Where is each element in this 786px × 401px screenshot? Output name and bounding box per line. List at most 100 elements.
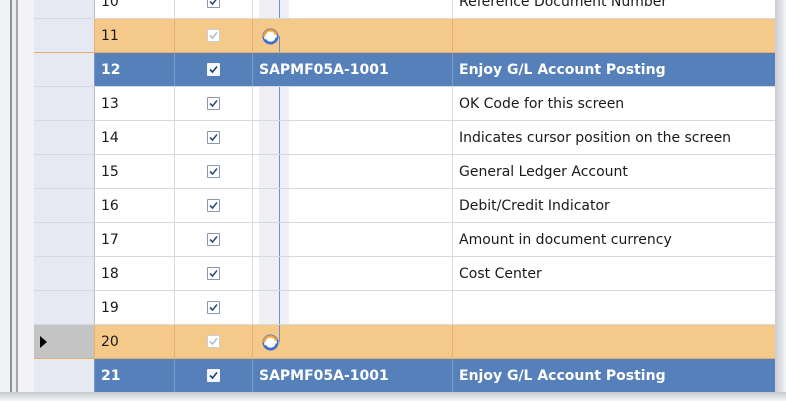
row-pointer-icon	[40, 335, 47, 348]
refresh-circle-icon[interactable]	[261, 27, 280, 46]
checkmark-icon[interactable]	[207, 131, 220, 144]
row-selector[interactable]	[34, 155, 95, 188]
program-cell	[253, 19, 453, 52]
tree-connector-line	[279, 0, 280, 18]
table-row[interactable]: 10 Reference Document Number	[34, 0, 775, 19]
window-left-border	[0, 0, 34, 392]
tree-indent	[259, 87, 289, 120]
table-row[interactable]: 18 Cost Center	[34, 257, 775, 291]
description-cell: Debit/Credit Indicator	[459, 197, 610, 214]
description-cell: Amount in document currency	[459, 231, 672, 248]
row-selector[interactable]	[34, 53, 95, 86]
program-cell	[253, 0, 453, 18]
description-cell	[453, 19, 775, 52]
row-selector[interactable]	[34, 121, 95, 154]
program-name: SAPMF05A-1001	[259, 367, 389, 384]
row-number: 19	[95, 291, 175, 324]
group-row[interactable]: 20	[34, 325, 775, 359]
tree-connector-line	[279, 121, 280, 154]
checkmark-icon[interactable]	[207, 301, 220, 314]
tree-connector-line	[279, 87, 280, 120]
row-selector[interactable]	[34, 257, 95, 290]
checkmark-icon[interactable]	[207, 165, 220, 178]
tree-indent	[259, 291, 289, 324]
program-cell	[253, 291, 453, 324]
description-cell	[453, 291, 775, 324]
row-number: 11	[95, 19, 175, 52]
table-row[interactable]: 14 Indicates cursor position on the scree…	[34, 121, 775, 155]
active-checkbox-cell	[175, 257, 253, 290]
description-cell: Reference Document Number	[459, 0, 668, 10]
table-row[interactable]: 16 Debit/Credit Indicator	[34, 189, 775, 223]
program-cell	[253, 121, 453, 154]
group-row[interactable]: 11	[34, 19, 775, 53]
program-cell: SAPMF05A-1001	[253, 53, 453, 86]
program-name: SAPMF05A-1001	[259, 61, 389, 78]
row-number: 21	[95, 359, 175, 392]
row-selector[interactable]	[34, 87, 95, 120]
row-selector[interactable]	[34, 19, 95, 52]
program-cell	[253, 155, 453, 188]
tree-indent	[259, 121, 289, 154]
checkmark-icon[interactable]	[207, 97, 220, 110]
checkmark-icon[interactable]	[207, 233, 220, 246]
tree-indent	[259, 155, 289, 188]
row-selector[interactable]	[34, 0, 95, 18]
description-cell: Enjoy G/L Account Posting	[459, 61, 666, 78]
row-selector[interactable]	[34, 223, 95, 256]
row-number: 20	[95, 325, 175, 358]
program-cell	[253, 189, 453, 222]
checkmark-icon[interactable]	[207, 0, 220, 8]
row-selector[interactable]	[34, 291, 95, 324]
active-checkbox-cell	[175, 121, 253, 154]
window-shadow-bottom	[0, 392, 786, 401]
active-checkbox-cell	[175, 291, 253, 324]
checkmark-icon[interactable]	[207, 29, 220, 42]
row-number: 16	[95, 189, 175, 222]
row-selector[interactable]	[34, 325, 95, 358]
data-grid: 10 Reference Document Number 11 12 SAPMF05A-…	[34, 0, 775, 392]
row-selector[interactable]	[34, 359, 95, 392]
description-cell: Indicates cursor position on the screen	[459, 129, 732, 146]
row-number: 15	[95, 155, 175, 188]
table-row[interactable]: 19	[34, 291, 775, 325]
row-selector[interactable]	[34, 189, 95, 222]
row-number: 14	[95, 121, 175, 154]
active-checkbox-cell	[175, 325, 253, 358]
program-cell	[253, 325, 453, 358]
tree-connector-line	[279, 155, 280, 188]
row-number: 13	[95, 87, 175, 120]
program-cell	[253, 87, 453, 120]
program-row[interactable]: 21 SAPMF05A-1001 Enjoy G/L Account Posting	[34, 359, 775, 392]
active-checkbox-cell	[175, 223, 253, 256]
tree-connector-line	[279, 257, 280, 290]
active-checkbox-cell	[175, 359, 253, 392]
active-checkbox-cell	[175, 0, 253, 18]
refresh-circle-icon[interactable]	[261, 333, 280, 352]
active-checkbox-cell	[175, 19, 253, 52]
checkmark-icon[interactable]	[207, 369, 220, 382]
description-cell	[453, 325, 775, 358]
table-row[interactable]: 13 OK Code for this screen	[34, 87, 775, 121]
window-shadow-right	[775, 0, 786, 401]
table-row[interactable]: 15 General Ledger Account	[34, 155, 775, 189]
checkmark-icon[interactable]	[207, 267, 220, 280]
checkmark-icon[interactable]	[207, 63, 220, 76]
table-row[interactable]: 17 Amount in document currency	[34, 223, 775, 257]
checkmark-icon[interactable]	[207, 335, 220, 348]
tree-connector-line	[279, 291, 280, 324]
description-cell: Enjoy G/L Account Posting	[459, 367, 666, 384]
row-number: 18	[95, 257, 175, 290]
tree-indent	[259, 223, 289, 256]
active-checkbox-cell	[175, 155, 253, 188]
program-cell	[253, 223, 453, 256]
row-number: 10	[95, 0, 175, 18]
row-number: 12	[95, 53, 175, 86]
program-cell: SAPMF05A-1001	[253, 359, 453, 392]
tree-connector-line	[279, 223, 280, 256]
description-cell: OK Code for this screen	[459, 95, 625, 112]
description-cell: Cost Center	[459, 265, 542, 282]
active-checkbox-cell	[175, 87, 253, 120]
program-row[interactable]: 12 SAPMF05A-1001 Enjoy G/L Account Posting	[34, 53, 775, 87]
checkmark-icon[interactable]	[207, 199, 220, 212]
